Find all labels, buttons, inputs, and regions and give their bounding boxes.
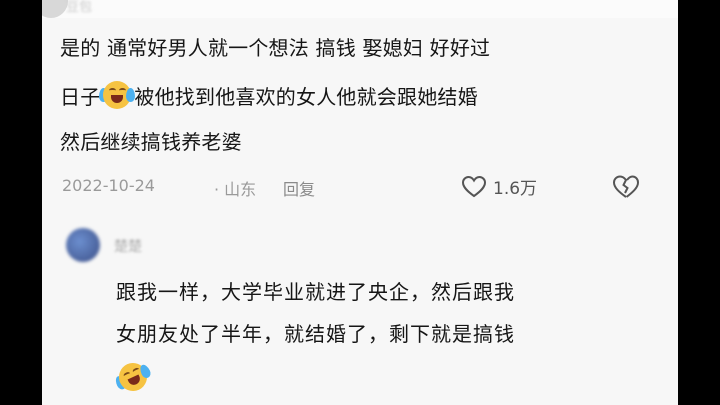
comment-line-2-end: 被他找到他喜欢的女人他就会跟她结婚 — [134, 85, 478, 109]
heart-icon — [461, 175, 487, 197]
username-top[interactable]: 豆包 — [66, 0, 92, 15]
comment-line-2: 日子 被他找到他喜欢的女人他就会跟她结婚 — [60, 79, 478, 113]
avatar-reply[interactable] — [66, 228, 100, 262]
reply-button[interactable]: 回复 — [283, 176, 315, 200]
crying-laughing-emoji — [99, 79, 136, 111]
comment-screenshot: 豆包 是的 通常好男人就一个想法 搞钱 娶媳妇 好好过 日子 被他找到他喜欢的女人… — [42, 0, 678, 405]
broken-heart-icon — [612, 175, 640, 198]
reply-line-3 — [113, 358, 153, 396]
comment-meta: 2022-10-24 · 山东 回复 1.6万 — [62, 174, 662, 202]
comment-line-2-start: 日子 — [60, 85, 101, 109]
top-edge — [42, 0, 678, 18]
comment-line-1: 是的 通常好男人就一个想法 搞钱 娶媳妇 好好过 — [60, 36, 491, 60]
like-button[interactable]: 1.6万 — [461, 174, 537, 199]
reply-line-1: 跟我一样，大学毕业就进了央企，然后跟我 — [116, 280, 515, 304]
dislike-button[interactable] — [612, 174, 640, 204]
comment-line-3: 然后继续搞钱养老婆 — [60, 130, 242, 154]
comment-location: · 山东 — [214, 180, 257, 199]
reply-line-2: 女朋友处了半年，就结婚了，剩下就是搞钱 — [116, 322, 515, 346]
username-reply[interactable]: 楚楚 — [114, 236, 142, 256]
like-count: 1.6万 — [493, 179, 538, 199]
rolling-laughing-emoji — [112, 356, 155, 399]
comment-date: 2022-10-24 — [62, 176, 155, 195]
